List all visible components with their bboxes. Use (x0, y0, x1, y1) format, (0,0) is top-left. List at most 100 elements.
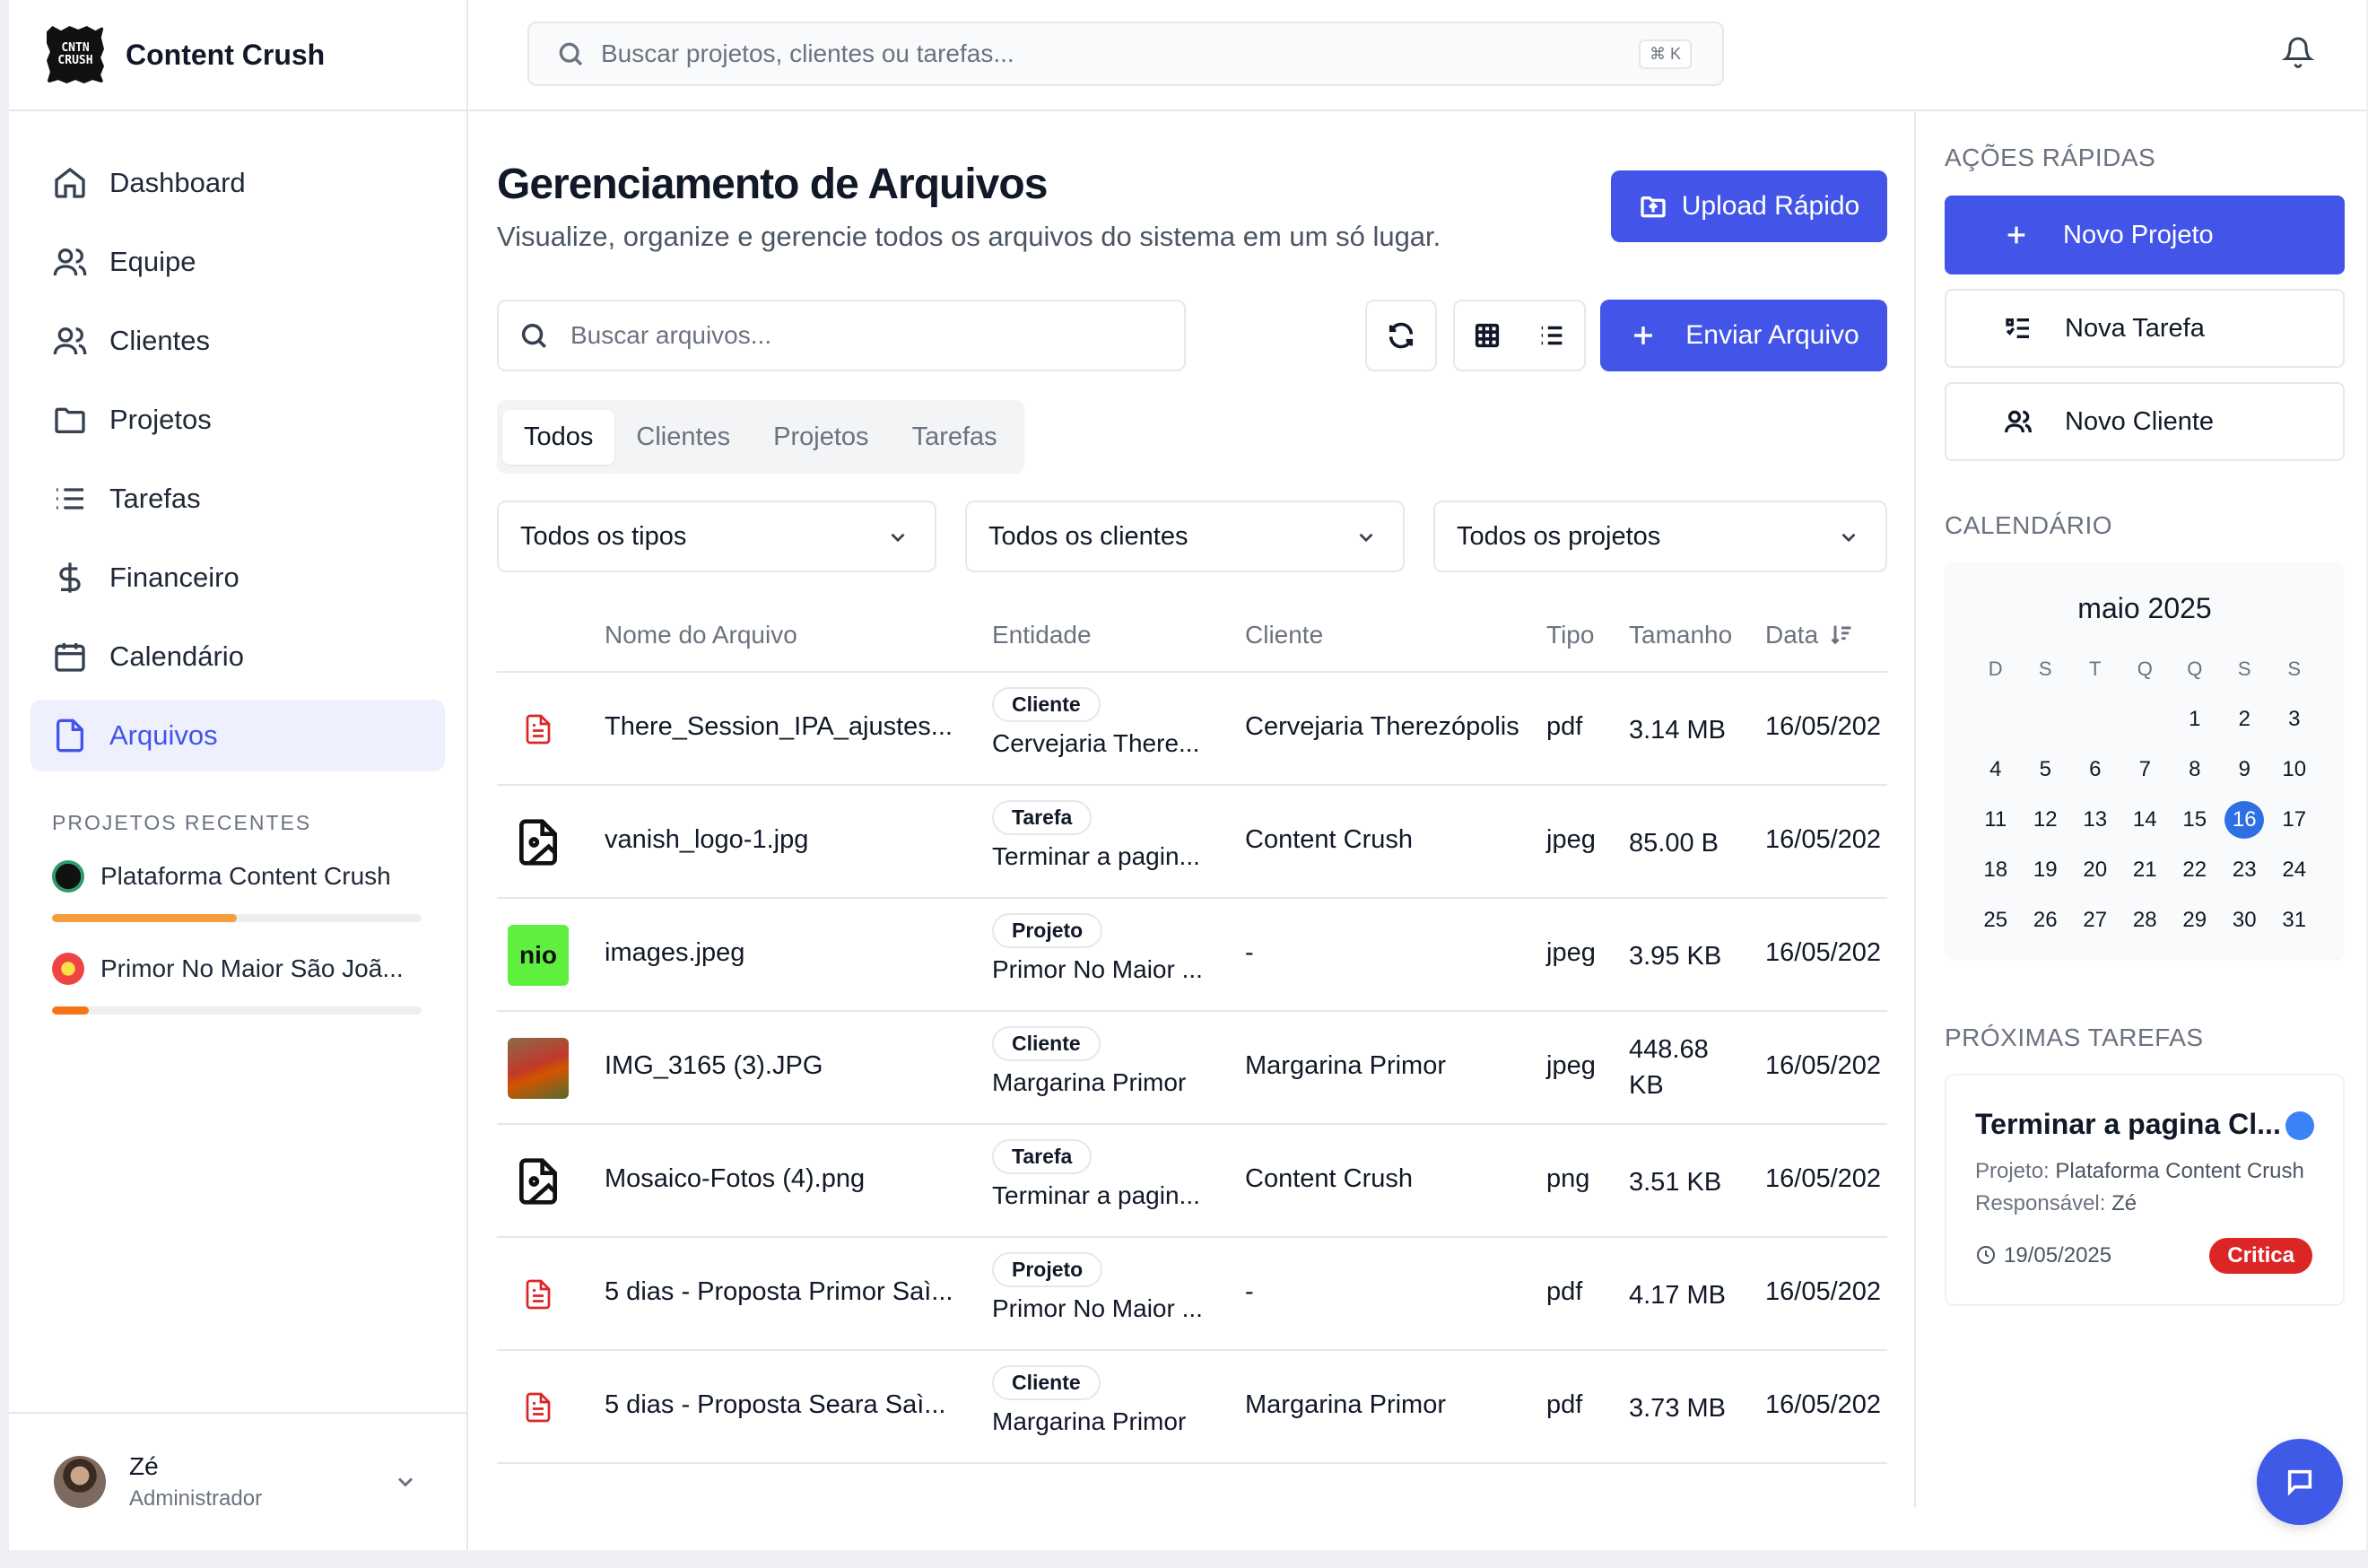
calendar-day[interactable]: 24 (2269, 851, 2320, 889)
refresh-button[interactable] (1365, 300, 1437, 371)
calendar-day[interactable]: 11 (1971, 801, 2021, 839)
global-search-input[interactable]: Buscar projetos, clientes ou tarefas... … (527, 22, 1724, 86)
send-file-button[interactable]: Enviar Arquivo (1600, 300, 1887, 371)
file-name[interactable]: Mosaico-Fotos (4).png (605, 1164, 865, 1194)
sidebar-item-equipe[interactable]: Equipe (30, 226, 445, 298)
calendar-day[interactable]: 19 (2021, 851, 2071, 889)
calendar-day[interactable]: 22 (2170, 851, 2220, 889)
recent-project[interactable]: Primor No Maior São Joã... (52, 953, 422, 1015)
new-client-button[interactable]: Novo Cliente (1945, 382, 2345, 461)
client-cell: Content Crush (1245, 1164, 1413, 1193)
file-name[interactable]: images.jpeg (605, 938, 744, 968)
sidebar-item-clientes[interactable]: Clientes (30, 305, 445, 377)
user-menu[interactable]: Zé Administrador (9, 1412, 466, 1550)
calendar-day[interactable]: 6 (2070, 751, 2120, 788)
table-row[interactable]: There_Session_IPA_ajustes... Cliente Cer… (497, 673, 1887, 786)
type-cell: pdf (1546, 712, 1583, 741)
calendar-day[interactable]: 20 (2070, 851, 2120, 889)
column-header-entity[interactable]: Entidade (992, 621, 1092, 649)
brand[interactable]: CNTN CRUSH Content Crush (9, 0, 466, 111)
file-name[interactable]: vanish_logo-1.jpg (605, 825, 808, 855)
view-toggle[interactable] (1453, 300, 1586, 371)
calendar-day[interactable]: 21 (2120, 851, 2171, 889)
calendar-day[interactable]: 4 (1971, 751, 2021, 788)
sidebar-item-dashboard[interactable]: Dashboard (30, 147, 445, 219)
calendar-day[interactable]: 27 (2070, 902, 2120, 939)
table-row[interactable]: vanish_logo-1.jpg Tarefa Terminar a pagi… (497, 786, 1887, 899)
pdf-icon (508, 699, 569, 760)
calendar-day[interactable]: 5 (2021, 751, 2071, 788)
calendar-day[interactable]: 2 (2220, 701, 2270, 738)
task-project: Projeto: Plataforma Content Crush (1975, 1159, 2304, 1183)
sidebar-item-financeiro[interactable]: Financeiro (30, 542, 445, 614)
task-card[interactable]: Terminar a pagina Cl... Projeto: Platafo… (1945, 1074, 2345, 1306)
sidebar-item-arquivos[interactable]: Arquivos (30, 700, 445, 771)
recent-project[interactable]: Plataforma Content Crush (52, 860, 422, 922)
table-row[interactable]: 5 dias - Proposta Primor Saì... Projeto … (497, 1238, 1887, 1351)
calendar-day[interactable]: 15 (2170, 801, 2220, 839)
bell-icon[interactable] (2282, 36, 2314, 68)
users-icon (2005, 410, 2032, 433)
calendar-day[interactable]: 14 (2120, 801, 2171, 839)
list-icon[interactable] (1537, 320, 1567, 351)
tab-tarefas[interactable]: Tarefas (891, 410, 1019, 465)
weekday-header: S (2287, 658, 2302, 680)
topbar: Buscar projetos, clientes ou tarefas... … (468, 0, 2366, 111)
client-filter-select[interactable]: Todos os clientes (965, 501, 1405, 572)
calendar-day[interactable]: 18 (1971, 851, 2021, 889)
sidebar-item-projetos[interactable]: Projetos (30, 384, 445, 456)
calendar-day[interactable]: 31 (2269, 902, 2320, 939)
table-row[interactable]: nio images.jpeg Projeto Primor No Maior … (497, 899, 1887, 1012)
calendar-day[interactable]: 29 (2170, 902, 2220, 939)
calendar-day[interactable]: 28 (2120, 902, 2171, 939)
calendar-day[interactable]: 26 (2021, 902, 2071, 939)
table-row[interactable]: 5 dias - Proposta Seara Saì... Cliente M… (497, 1351, 1887, 1464)
column-header-size[interactable]: Tamanho (1629, 621, 1732, 649)
calendar-day[interactable]: 30 (2220, 902, 2270, 939)
tab-projetos[interactable]: Projetos (752, 410, 890, 465)
calendar-month: maio 2025 (2077, 592, 2212, 624)
chat-button[interactable] (2257, 1439, 2343, 1525)
sidebar-item-tarefas[interactable]: Tarefas (30, 463, 445, 535)
new-task-button[interactable]: Nova Tarefa (1945, 289, 2345, 368)
file-name[interactable]: IMG_3165 (3).JPG (605, 1051, 823, 1081)
tab-todos[interactable]: Todos (502, 409, 615, 465)
table-row[interactable]: Mosaico-Fotos (4).png Tarefa Terminar a … (497, 1125, 1887, 1238)
column-header-type[interactable]: Tipo (1546, 621, 1594, 649)
project-filter-select[interactable]: Todos os projetos (1433, 501, 1887, 572)
sidebar-item-label: Projetos (109, 404, 212, 435)
column-header-name[interactable]: Nome do Arquivo (605, 621, 797, 649)
sidebar-item-label: Equipe (109, 246, 196, 277)
type-filter-select[interactable]: Todos os tipos (497, 501, 936, 572)
sidebar-item-calendario[interactable]: Calendário (30, 621, 445, 693)
quick-upload-button[interactable]: Upload Rápido (1611, 170, 1887, 242)
table-row[interactable]: IMG_3165 (3).JPG Cliente Margarina Primo… (497, 1012, 1887, 1125)
calendar-day[interactable]: 12 (2021, 801, 2071, 839)
calendar-day[interactable]: 3 (2269, 701, 2320, 738)
tab-clientes[interactable]: Clientes (614, 410, 752, 465)
users-icon (53, 248, 87, 276)
date-cell: 16/05/202 (1765, 1164, 1882, 1193)
file-name[interactable]: There_Session_IPA_ajustes... (605, 712, 953, 742)
calendar-day[interactable]: 25 (1971, 902, 2021, 939)
file-name[interactable]: 5 dias - Proposta Seara Saì... (605, 1390, 945, 1420)
column-header-date[interactable]: Data (1765, 621, 1854, 649)
file-search-input[interactable]: Buscar arquivos... (497, 300, 1186, 371)
calendar-day-today[interactable]: 16 (2224, 801, 2265, 839)
files-table: Nome do Arquivo Entidade Cliente Tipo Ta… (497, 603, 1887, 1464)
new-project-button[interactable]: Novo Projeto (1945, 196, 2345, 274)
calendar-day[interactable]: 17 (2269, 801, 2320, 839)
file-name[interactable]: 5 dias - Proposta Primor Saì... (605, 1277, 953, 1307)
recent-project-name: Primor No Maior São Joã... (100, 954, 404, 982)
calendar-day[interactable]: 23 (2220, 851, 2270, 889)
calendar-day[interactable]: 13 (2070, 801, 2120, 839)
calendar-day[interactable]: 9 (2220, 751, 2270, 788)
grid-icon[interactable] (1472, 320, 1502, 351)
date-cell: 16/05/202 (1765, 1390, 1882, 1419)
column-header-client[interactable]: Cliente (1245, 621, 1323, 649)
calendar-day[interactable]: 1 (2170, 701, 2220, 738)
calendar-day[interactable]: 7 (2120, 751, 2171, 788)
calendar-day[interactable]: 10 (2269, 751, 2320, 788)
entity-cell: Tarefa Terminar a pagin... (992, 1139, 1200, 1210)
calendar-day[interactable]: 8 (2170, 751, 2220, 788)
